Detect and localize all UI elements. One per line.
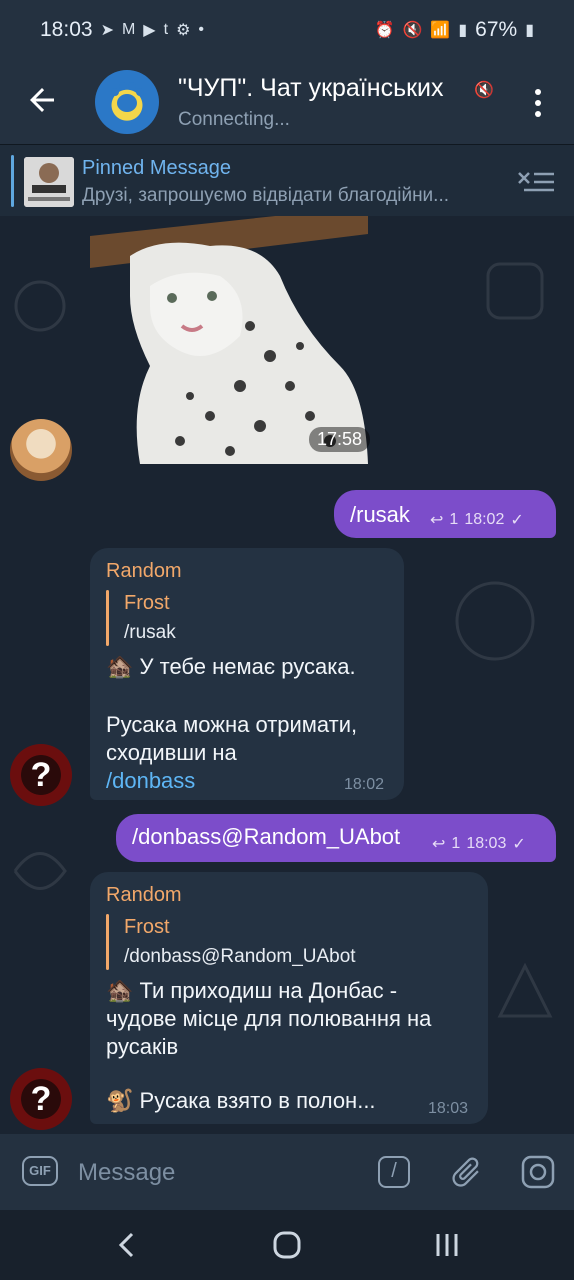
youtube-icon: ▶ [143, 22, 156, 39]
avatar-glyph: ? [30, 1079, 52, 1118]
read-check-icon: ✓ [510, 512, 524, 529]
reply-icon: ↩ [432, 836, 446, 853]
avatar-glyph: ? [30, 755, 52, 794]
message-meta: ↩ 1 18:02 ✓ [430, 510, 524, 530]
message-time: 18:03 [428, 1100, 469, 1117]
pinned-indicator [11, 155, 14, 207]
message-text: /donbass@Random_UAbot [132, 824, 401, 849]
connection-status: Connecting... [178, 109, 290, 130]
signal-icon: ▮ [458, 22, 468, 39]
reply-count: 1 [449, 511, 459, 528]
doodle-icon [497, 962, 553, 1018]
message-line: 🐒 Русака взято в полон... [106, 1086, 376, 1115]
back-arrow-icon[interactable] [24, 82, 60, 118]
message-line-1: Ти приходиш на Донбас - [139, 978, 398, 1003]
pinned-list-icon[interactable] [516, 169, 556, 195]
tumblr-icon: t [163, 21, 169, 38]
quote-bar [106, 590, 109, 646]
attach-icon[interactable] [448, 1154, 484, 1190]
donbass-command-link[interactable]: /donbass [106, 766, 195, 795]
gmail-icon: M [121, 21, 136, 38]
muted-icon: 🔇 [474, 82, 494, 99]
gif-button[interactable]: GIF [22, 1156, 58, 1186]
more-menu-icon[interactable] [530, 88, 546, 118]
settings-icon: ⚙ [176, 22, 191, 39]
chat-title[interactable]: "ЧУП". Чат українських [178, 74, 478, 103]
doodle-icon [14, 280, 66, 332]
nav-home-icon[interactable] [272, 1230, 302, 1260]
battery-level: 67% [475, 18, 518, 41]
status-bar: 18:03 ➤ M ▶ t ⚙ • ⏰ 🔇 📶 ▮ 67% ▮ [0, 0, 574, 60]
message-meta: ↩ 1 18:03 ✓ [432, 834, 526, 854]
status-time: 18:03 [40, 18, 93, 41]
message-line-2: Русака можна отримати, [106, 712, 358, 737]
mute-icon: 🔇 [402, 22, 423, 39]
bot-avatar[interactable]: ? [10, 744, 72, 806]
alarm-icon: ⏰ [374, 22, 395, 39]
pinned-text: Друзі, запрошуємо відвідати благодійни..… [82, 185, 450, 206]
telegram-icon: ➤ [100, 22, 114, 39]
status-right: ⏰ 🔇 📶 ▮ 67% ▮ [375, 18, 534, 42]
outgoing-message[interactable]: /rusak ↩ 1 18:02 ✓ [334, 490, 556, 538]
battery-icon: ▮ [525, 22, 534, 39]
chat-header: "ЧУП". Чат українських 🔇 Connecting... [0, 60, 574, 144]
status-left: 18:03 ➤ M ▶ t ⚙ • [40, 18, 204, 42]
quote-text: /donbass@Random_UAbot [124, 946, 356, 967]
nav-back-icon[interactable] [112, 1230, 142, 1260]
message-line: 🏚️ Ти приходиш на Донбас - [106, 976, 397, 1005]
sender-name: Random [106, 884, 182, 906]
outgoing-message[interactable]: /donbass@Random_UAbot ↩ 1 18:03 ✓ [116, 814, 556, 862]
read-check-icon: ✓ [512, 836, 526, 853]
house-emoji-icon: 🏚️ [106, 654, 134, 679]
android-nav-bar [0, 1210, 574, 1280]
camera-icon[interactable] [520, 1154, 556, 1190]
monkey-emoji-icon: 🐒 [106, 1088, 134, 1113]
wifi-icon: 📶 [430, 22, 451, 39]
house-emoji-icon: 🏚️ [106, 978, 134, 1003]
quote-bar [106, 914, 109, 970]
user-avatar[interactable] [10, 419, 72, 481]
message-line-1: У тебе немає русака. [139, 654, 356, 679]
sticker-time: 17:58 [309, 427, 371, 452]
pinned-title: Pinned Message [82, 157, 231, 179]
pinned-message-bar[interactable]: Pinned Message Друзі, запрошуємо відвіда… [0, 144, 574, 217]
nav-recents-icon[interactable] [432, 1230, 462, 1260]
message-time: 18:02 [344, 776, 385, 793]
message-text: /rusak [350, 502, 410, 527]
sender-name: Random [106, 560, 182, 582]
message-time: 18:03 [466, 835, 507, 852]
quote-name: Frost [124, 592, 170, 614]
doodle-icon [486, 262, 544, 320]
message-line-4: Русака взято в полон... [139, 1088, 376, 1113]
message-line-3: русаків [106, 1034, 179, 1059]
reply-count: 1 [451, 835, 461, 852]
pinned-thumbnail [24, 157, 74, 207]
bot-command-button[interactable]: / [378, 1156, 410, 1188]
message-line: 🏚️ У тебе немає русака. [106, 652, 356, 681]
doodle-icon [13, 852, 67, 890]
message-time: 18:02 [464, 511, 505, 528]
dot-icon: • [198, 21, 205, 38]
bot-avatar[interactable]: ? [10, 1068, 72, 1130]
chat-area[interactable]: 17:58 /rusak ↩ 1 18:02 ✓ Random Frost /r… [0, 216, 574, 1134]
chat-avatar[interactable] [95, 70, 159, 134]
quote-text: /rusak [124, 622, 176, 643]
quote-name: Frost [124, 916, 170, 938]
message-line-3: сходивши на [106, 740, 237, 765]
message-line-2: чудове місце для полювання на [106, 1006, 432, 1031]
reply-icon: ↩ [430, 512, 444, 529]
incoming-message[interactable]: Random Frost /rusak 🏚️ У тебе немає руса… [90, 548, 404, 800]
paw-icon [111, 82, 144, 112]
doodle-icon [455, 581, 535, 661]
message-input-bar: GIF / [0, 1134, 574, 1210]
incoming-message[interactable]: Random Frost /donbass@Random_UAbot 🏚️ Ти… [90, 872, 488, 1124]
message-input[interactable] [76, 1156, 360, 1190]
